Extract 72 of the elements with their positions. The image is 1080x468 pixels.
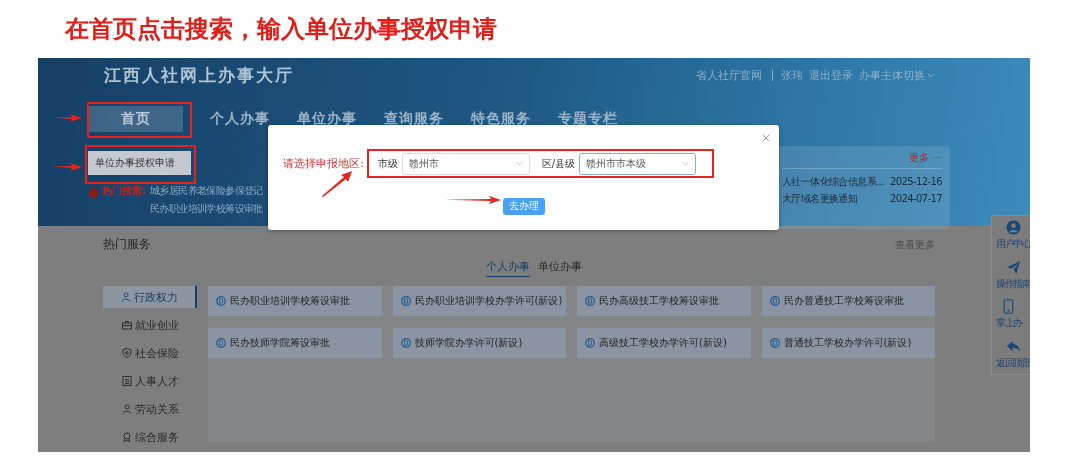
nav-tab[interactable]: 特色服务 [471,106,531,132]
document-circle-icon [216,338,226,348]
category-item[interactable]: 行政权力 [103,286,197,308]
document-circle-icon [585,296,595,306]
document-circle-icon [585,338,595,348]
close-icon[interactable] [762,134,770,142]
service-card[interactable]: 民办技师学院筹设审批 [208,328,382,358]
city-label: 市级 [377,156,398,171]
document-circle-icon [769,338,780,348]
user-icon [1005,220,1021,236]
category-item[interactable]: 综合服务 [103,426,197,448]
toolbar-item[interactable]: 操作指南 [996,259,1030,291]
toolbar-item[interactable]: 返回顶部 [996,338,1030,370]
annotation-title: 在首页点击搜索，输入单位办事授权申请 [65,14,497,45]
nav-tab[interactable]: 单位办事 [297,106,357,132]
district-label: 区/县级 [541,156,576,171]
service-card[interactable]: 民办普通技工学校筹设审批 [761,286,935,316]
briefcase-icon [121,320,132,330]
service-card[interactable]: 民办职业培训学校办学许可(新设) [392,286,566,316]
toolbar-item[interactable]: 掌上办 [996,299,1022,331]
go-button[interactable]: 去办理 [503,197,545,215]
nav-tab[interactable]: 查询服务 [384,106,444,132]
category-item[interactable]: 社会保险 [103,342,197,364]
top-link[interactable]: 张玮 [781,67,803,83]
hot-search-link[interactable]: 民办职业培训学校筹设审批 [150,202,263,216]
annotation-arrow [52,114,82,122]
paper-plane-icon [1005,259,1021,275]
back-arrow-icon [1005,338,1021,354]
badge-icon [121,432,132,442]
top-link[interactable]: 办事主体切换 [859,67,925,83]
site-title: 江西人社网上办事大厅 [104,63,294,87]
top-link[interactable]: 省人社厅官网 [696,67,762,83]
document-circle-icon [216,296,226,306]
service-card[interactable]: 民办职业培训学校筹设审批 [208,286,382,316]
caret-icon[interactable] [927,72,935,78]
top-link[interactable]: 退出登录 [809,67,853,83]
service-card[interactable]: 普通技工学校办学许可(新设) [761,328,935,358]
annotation-arrow [322,171,352,197]
news-date: 2025-12-16 [889,175,942,189]
shield-icon [121,348,132,358]
section-title: 热门服务 [103,236,151,253]
category-item[interactable]: 劳动关系 [103,398,197,420]
caret-icon [515,161,523,166]
search-field[interactable]: 单位办事授权申请 [88,151,191,175]
document-icon [121,376,132,386]
service-tab[interactable]: 个人办事 [486,259,530,277]
service-card[interactable]: 高级技工学校办学许可(新设) [577,328,751,358]
document-circle-icon [400,296,411,306]
region-label: 请选择申报地区: [283,156,364,171]
document-circle-icon [769,296,780,306]
service-tab[interactable]: 单位办事 [538,259,582,277]
news-date: 2024-07-17 [889,192,942,206]
document-circle-icon [400,338,411,348]
person-icon [120,292,131,302]
city-select[interactable]: 赣州市 [401,152,530,175]
person-icon [121,404,132,414]
hot-search-link[interactable]: 城乡居民养老保险参保登记 [150,184,263,198]
service-card[interactable]: 技师学院办学许可(新设) [392,328,566,358]
flame-icon [88,185,99,198]
district-select[interactable]: 赣州市市本级 [579,152,697,175]
toolbar-item[interactable]: 用户中心 [996,220,1030,252]
hot-search-label: 热门搜索: [102,184,146,198]
service-card[interactable]: 民办高级技工学校筹设审批 [577,286,751,316]
category-item[interactable]: 人事人才 [103,370,197,392]
category-item[interactable]: 就业创业 [103,314,197,336]
nav-tab[interactable]: 个人办事 [210,106,270,132]
caret-icon [682,161,690,166]
nav-tab[interactable]: 专题专栏 [558,106,618,132]
annotation-arrow [52,163,82,171]
news-title[interactable]: 大厅域名更换通知 [782,190,858,207]
nav-tab[interactable]: 首页 [88,106,183,132]
news-title[interactable]: 人社一体化综合信息系... [782,173,884,190]
